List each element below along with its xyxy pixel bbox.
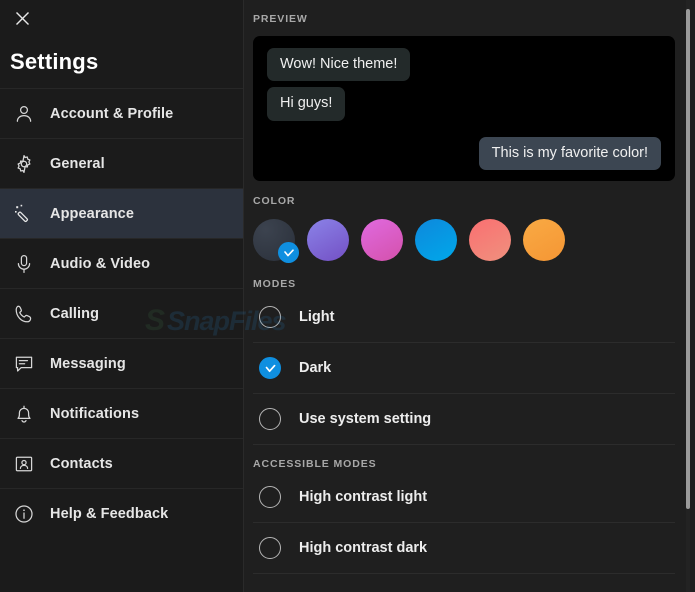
mode-option-label: Use system setting — [299, 411, 432, 427]
radio-unchecked-icon — [259, 408, 281, 430]
sidebar-item-messaging[interactable]: Messaging — [0, 338, 243, 388]
mode-option-label: Dark — [299, 360, 332, 376]
phone-icon — [10, 300, 38, 328]
message-bubble-outgoing: This is my favorite color! — [478, 136, 661, 171]
info-icon — [10, 500, 38, 528]
message-bubble-incoming: Wow! Nice theme! — [267, 48, 411, 82]
close-icon[interactable] — [8, 4, 36, 32]
color-swatch-salmon[interactable] — [469, 219, 511, 261]
bell-icon — [10, 400, 38, 428]
settings-window: Settings Account & Profile General Appea… — [0, 0, 695, 592]
magic-wand-icon — [10, 200, 38, 228]
page-title: Settings — [10, 49, 99, 74]
sidebar-item-contacts[interactable]: Contacts — [0, 438, 243, 488]
mode-option-dark[interactable]: Dark — [253, 343, 675, 394]
sidebar-item-label: Contacts — [50, 455, 113, 472]
chat-icon — [10, 350, 38, 378]
message-row: Hi guys! — [267, 87, 661, 121]
sidebar-item-label: General — [50, 155, 105, 172]
appearance-panel: PREVIEW Wow! Nice theme! Hi guys! This i… — [244, 0, 695, 592]
sidebar-item-label: Notifications — [50, 405, 140, 422]
settings-sidebar: Settings Account & Profile General Appea… — [0, 0, 244, 592]
mode-option-light[interactable]: Light — [253, 292, 675, 343]
sidebar-item-label: Help & Feedback — [50, 505, 169, 522]
sidebar-item-audio-video[interactable]: Audio & Video — [0, 238, 243, 288]
mode-option-label: Light — [299, 309, 335, 325]
modes-section-heading: MODES — [253, 278, 297, 290]
mode-option-label: High contrast dark — [299, 540, 428, 556]
sidebar-item-calling[interactable]: Calling — [0, 288, 243, 338]
mode-option-label: High contrast light — [299, 489, 428, 505]
accessible-modes-section-heading: ACCESSIBLE MODES — [253, 458, 377, 470]
message-row: This is my favorite color! — [267, 136, 661, 171]
color-section-heading: COLOR — [253, 195, 296, 207]
color-swatch-magenta[interactable] — [361, 219, 403, 261]
color-swatch-blue[interactable] — [415, 219, 457, 261]
color-swatch-orange[interactable] — [523, 219, 565, 261]
sidebar-item-notifications[interactable]: Notifications — [0, 388, 243, 438]
gear-icon — [10, 150, 38, 178]
person-icon — [10, 100, 38, 128]
radio-unchecked-icon — [259, 306, 281, 328]
microphone-icon — [10, 250, 38, 278]
radio-unchecked-icon — [259, 537, 281, 559]
color-swatch-list — [253, 217, 675, 263]
mode-option-use-system-setting[interactable]: Use system setting — [253, 394, 675, 445]
sidebar-item-label: Calling — [50, 305, 100, 322]
sidebar-item-label: Messaging — [50, 355, 126, 372]
accessible-modes-radio-group: High contrast light High contrast dark — [253, 472, 675, 574]
check-icon — [278, 242, 299, 263]
sidebar-item-account-profile[interactable]: Account & Profile — [0, 88, 243, 138]
sidebar-item-label: Account & Profile — [50, 105, 174, 122]
sidebar-item-label: Appearance — [50, 205, 135, 222]
radio-checked-icon — [259, 357, 281, 379]
color-swatch-purple[interactable] — [307, 219, 349, 261]
color-swatch-slate[interactable] — [253, 219, 299, 263]
sidebar-item-help-feedback[interactable]: Help & Feedback — [0, 488, 243, 538]
sidebar-item-appearance[interactable]: Appearance — [0, 188, 243, 238]
modes-radio-group: Light Dark Use system setting — [253, 292, 675, 445]
message-bubble-incoming: Hi guys! — [267, 87, 346, 121]
scrollbar-thumb[interactable] — [686, 9, 690, 509]
sidebar-item-general[interactable]: General — [0, 138, 243, 188]
mode-option-high-contrast-light[interactable]: High contrast light — [253, 472, 675, 523]
contact-card-icon — [10, 450, 38, 478]
mode-option-high-contrast-dark[interactable]: High contrast dark — [253, 523, 675, 574]
theme-preview: Wow! Nice theme! Hi guys! This is my fav… — [253, 36, 675, 181]
preview-section-heading: PREVIEW — [253, 13, 308, 25]
sidebar-item-label: Audio & Video — [50, 255, 151, 272]
message-row: Wow! Nice theme! — [267, 48, 661, 82]
titlebar — [0, 0, 243, 36]
radio-unchecked-icon — [259, 486, 281, 508]
